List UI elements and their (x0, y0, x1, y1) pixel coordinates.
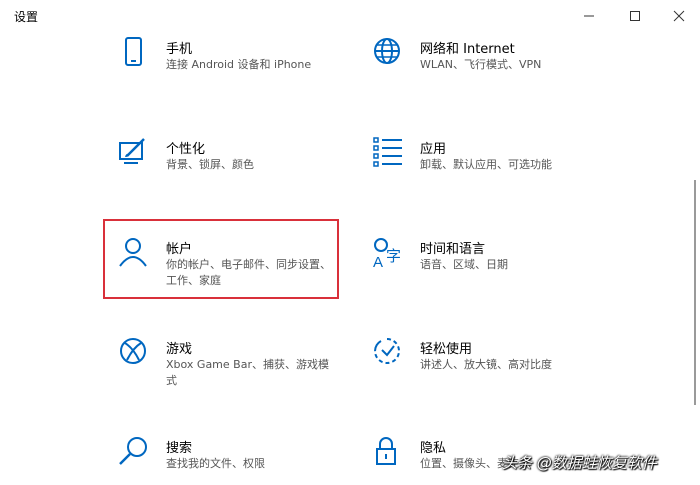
close-button[interactable] (656, 0, 700, 32)
apps-list-icon (373, 137, 402, 167)
time-language-icon: A 字 (373, 238, 401, 271)
minimize-button[interactable] (566, 0, 612, 32)
tile-name: 隐私 (420, 441, 447, 456)
tile-name: 游戏 (166, 342, 193, 357)
window-title: 设置 (14, 10, 39, 24)
search-icon (119, 437, 147, 465)
tile-name: 搜索 (166, 441, 193, 456)
close-icon (673, 10, 685, 22)
tile-name: 轻松使用 (420, 342, 473, 357)
tile-name: 应用 (420, 142, 447, 157)
tile-name: 个性化 (166, 142, 206, 157)
tile-name: 时间和语言 (420, 242, 486, 257)
tile-desc: 背景、锁屏、颜色 (166, 158, 254, 171)
tile-desc: 连接 Android 设备和 iPhone (166, 58, 312, 71)
title-bar: 设置 (0, 0, 700, 32)
tile-desc: 卸载、默认应用、可选功能 (420, 158, 552, 171)
watermark: 头条 @数据蛙恢复软件 (502, 454, 657, 472)
maximize-icon (630, 11, 640, 21)
lock-icon (376, 437, 396, 465)
globe-icon (374, 38, 400, 64)
xbox-icon (120, 338, 146, 364)
tile-name: 手机 (166, 42, 193, 57)
tile-desc: Xbox Game Bar、捕获、游戏模式 (166, 358, 329, 387)
phone-icon (125, 37, 142, 66)
personalization-icon (119, 138, 145, 164)
tile-name: 网络和 Internet (420, 42, 515, 57)
scrollbar[interactable] (694, 180, 696, 405)
svg-text:A: A (373, 254, 383, 271)
ease-of-access-icon (374, 338, 400, 364)
tile-desc: WLAN、飞行模式、VPN (420, 58, 542, 71)
svg-text:字: 字 (386, 247, 401, 265)
accounts-highlight-box (103, 219, 339, 299)
tile-desc: 语音、区域、日期 (420, 258, 508, 271)
tile-desc: 查找我的文件、权限 (166, 457, 265, 470)
tile-desc: 讲述人、放大镜、高对比度 (420, 358, 552, 371)
minimize-icon (584, 15, 594, 17)
maximize-button[interactable] (612, 0, 658, 32)
